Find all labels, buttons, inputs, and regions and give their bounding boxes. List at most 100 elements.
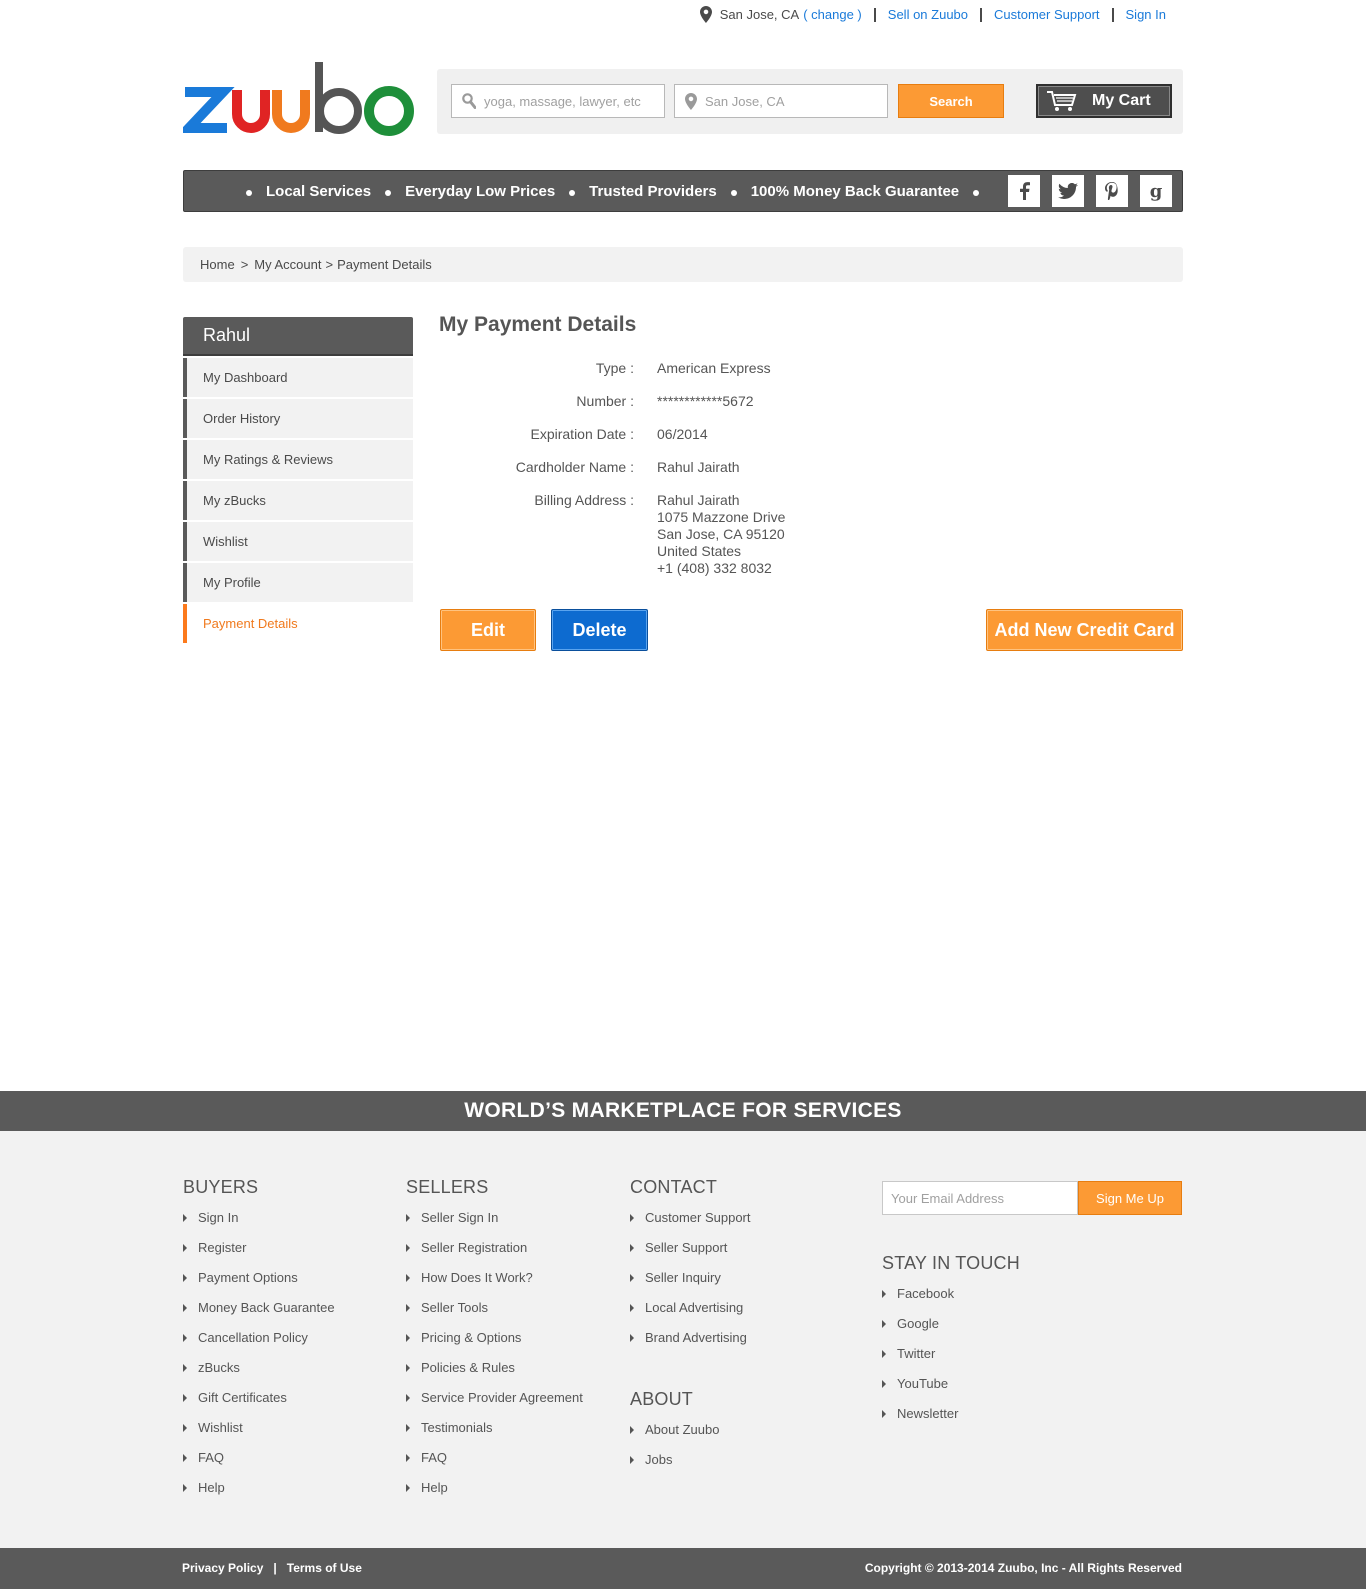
- sidebar-item-my-zbucks[interactable]: My zBucks: [183, 481, 413, 520]
- footer-link-label[interactable]: Money Back Guarantee: [198, 1300, 335, 1315]
- footer-link[interactable]: Customer Support: [630, 1210, 751, 1240]
- location-pin-icon: [685, 92, 697, 110]
- customer-support-link[interactable]: Customer Support: [994, 7, 1100, 22]
- footer-link-label[interactable]: Register: [198, 1240, 246, 1255]
- footer-link[interactable]: Cancellation Policy: [183, 1330, 335, 1360]
- footer-link-label[interactable]: Brand Advertising: [645, 1330, 747, 1345]
- service-search-input[interactable]: [484, 93, 654, 109]
- footer-link[interactable]: Seller Registration: [406, 1240, 583, 1270]
- terms-of-use-link[interactable]: Terms of Use: [287, 1561, 362, 1575]
- footer-link-label[interactable]: FAQ: [421, 1450, 447, 1465]
- footer-link-list: Seller Sign In Seller Registration How D…: [406, 1210, 583, 1510]
- breadcrumb-my-account[interactable]: My Account: [254, 257, 321, 272]
- google-icon[interactable]: g: [1140, 175, 1172, 207]
- sidebar-item-my-dashboard[interactable]: My Dashboard: [183, 358, 413, 397]
- footer-link-label[interactable]: About Zuubo: [645, 1422, 719, 1437]
- footer-link[interactable]: Local Advertising: [630, 1300, 751, 1330]
- footer-link[interactable]: Newsletter: [882, 1406, 1020, 1436]
- footer-link-label[interactable]: Cancellation Policy: [198, 1330, 308, 1345]
- footer-link[interactable]: Register: [183, 1240, 335, 1270]
- footer-link-label[interactable]: Wishlist: [198, 1420, 243, 1435]
- footer-link-label[interactable]: Twitter: [897, 1346, 935, 1361]
- footer-link-label[interactable]: Sign In: [198, 1210, 238, 1225]
- sign-in-link[interactable]: Sign In: [1126, 7, 1166, 22]
- service-search-field[interactable]: [451, 84, 665, 118]
- footer-link-label[interactable]: Google: [897, 1316, 939, 1331]
- footer-link[interactable]: Payment Options: [183, 1270, 335, 1300]
- sidebar-item-payment-details[interactable]: Payment Details: [183, 604, 413, 643]
- footer-link[interactable]: Jobs: [630, 1452, 719, 1482]
- footer-link[interactable]: Twitter: [882, 1346, 1020, 1376]
- footer-link[interactable]: Policies & Rules: [406, 1360, 583, 1390]
- current-location: San Jose, CA: [719, 7, 800, 22]
- sign-me-up-button[interactable]: Sign Me Up: [1078, 1181, 1182, 1215]
- footer-link[interactable]: FAQ: [406, 1450, 583, 1480]
- my-cart-button[interactable]: My Cart: [1036, 84, 1172, 118]
- footer-link[interactable]: Sign In: [183, 1210, 335, 1240]
- caret-right-icon: [183, 1364, 187, 1372]
- sidebar-item-ratings-reviews[interactable]: My Ratings & Reviews: [183, 440, 413, 479]
- footer-link[interactable]: Seller Sign In: [406, 1210, 583, 1240]
- twitter-icon[interactable]: [1052, 175, 1084, 207]
- privacy-policy-link[interactable]: Privacy Policy: [182, 1561, 263, 1575]
- footer-link-label[interactable]: Seller Registration: [421, 1240, 527, 1255]
- sidebar-item-my-profile[interactable]: My Profile: [183, 563, 413, 602]
- footer-link[interactable]: Brand Advertising: [630, 1330, 751, 1360]
- footer-link-label[interactable]: Pricing & Options: [421, 1330, 521, 1345]
- footer-link[interactable]: FAQ: [183, 1450, 335, 1480]
- footer-link-label[interactable]: How Does It Work?: [421, 1270, 533, 1285]
- footer-link[interactable]: Wishlist: [183, 1420, 335, 1450]
- footer-link-label[interactable]: Jobs: [645, 1452, 672, 1467]
- footer-link-label[interactable]: YouTube: [897, 1376, 948, 1391]
- footer-link[interactable]: Google: [882, 1316, 1020, 1346]
- footer-link[interactable]: zBucks: [183, 1360, 335, 1390]
- footer-link-label[interactable]: Facebook: [897, 1286, 954, 1301]
- sell-on-zuubo-link[interactable]: Sell on Zuubo: [888, 7, 968, 22]
- footer-link[interactable]: Seller Support: [630, 1240, 751, 1270]
- sidebar-item-order-history[interactable]: Order History: [183, 399, 413, 438]
- footer-link-label[interactable]: Seller Tools: [421, 1300, 488, 1315]
- add-credit-card-button[interactable]: Add New Credit Card: [986, 609, 1183, 651]
- footer-link-label[interactable]: Payment Options: [198, 1270, 298, 1285]
- footer-link[interactable]: How Does It Work?: [406, 1270, 583, 1300]
- location-search-field[interactable]: [674, 84, 888, 118]
- change-location-link[interactable]: ( change ): [803, 7, 862, 22]
- footer-link-label[interactable]: Gift Certificates: [198, 1390, 287, 1405]
- footer-link-label[interactable]: Local Advertising: [645, 1300, 743, 1315]
- location-search-input[interactable]: [705, 93, 875, 109]
- footer-link[interactable]: Pricing & Options: [406, 1330, 583, 1360]
- footer-link-label[interactable]: Testimonials: [421, 1420, 493, 1435]
- footer-link[interactable]: Seller Inquiry: [630, 1270, 751, 1300]
- footer-link-label[interactable]: Help: [421, 1480, 448, 1495]
- footer-link[interactable]: YouTube: [882, 1376, 1020, 1406]
- footer-link-label[interactable]: zBucks: [198, 1360, 240, 1375]
- footer-link[interactable]: Gift Certificates: [183, 1390, 335, 1420]
- breadcrumb-home[interactable]: Home: [200, 257, 235, 272]
- footer-link-label[interactable]: Policies & Rules: [421, 1360, 515, 1375]
- delete-button[interactable]: Delete: [551, 609, 648, 651]
- search-button[interactable]: Search: [898, 84, 1004, 118]
- footer-link[interactable]: Help: [406, 1480, 583, 1510]
- footer-link[interactable]: Money Back Guarantee: [183, 1300, 335, 1330]
- footer-link-label[interactable]: Seller Sign In: [421, 1210, 498, 1225]
- zuubo-logo[interactable]: [177, 62, 415, 140]
- payment-details: Type : American Express Number : *******…: [439, 360, 859, 594]
- footer-link[interactable]: About Zuubo: [630, 1422, 719, 1452]
- footer-link-label[interactable]: Customer Support: [645, 1210, 751, 1225]
- facebook-icon[interactable]: [1008, 175, 1040, 207]
- footer-link-label[interactable]: Service Provider Agreement: [421, 1390, 583, 1405]
- footer-link-label[interactable]: Help: [198, 1480, 225, 1495]
- footer-link-label[interactable]: FAQ: [198, 1450, 224, 1465]
- footer-link-label[interactable]: Seller Support: [645, 1240, 727, 1255]
- footer-link[interactable]: Testimonials: [406, 1420, 583, 1450]
- email-input[interactable]: [882, 1181, 1078, 1215]
- footer-link[interactable]: Service Provider Agreement: [406, 1390, 583, 1420]
- footer-link-label[interactable]: Seller Inquiry: [645, 1270, 721, 1285]
- pinterest-icon[interactable]: [1096, 175, 1128, 207]
- footer-link[interactable]: Seller Tools: [406, 1300, 583, 1330]
- footer-link-label[interactable]: Newsletter: [897, 1406, 958, 1421]
- sidebar-item-wishlist[interactable]: Wishlist: [183, 522, 413, 561]
- footer-link[interactable]: Help: [183, 1480, 335, 1510]
- footer-link[interactable]: Facebook: [882, 1286, 1020, 1316]
- edit-button[interactable]: Edit: [440, 609, 536, 651]
